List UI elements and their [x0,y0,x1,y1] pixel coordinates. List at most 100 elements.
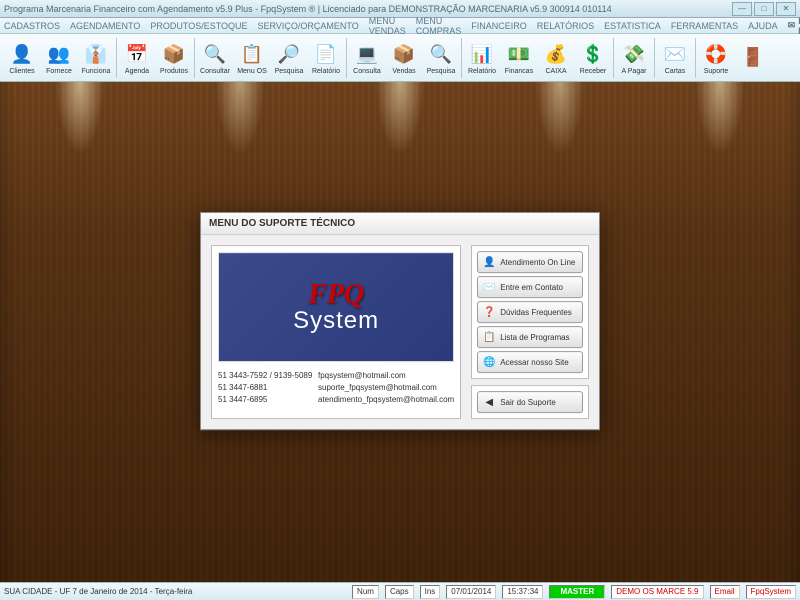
toolbar-fornece[interactable]: 👥Fornece [41,36,77,80]
toolbar-caixa[interactable]: 💰CAIXA [538,36,574,80]
toolbar-icon: 🔍 [427,40,455,68]
toolbar-label: A Pagar [622,68,647,75]
toolbar-label: Financas [505,68,533,75]
toolbar-clientes[interactable]: 👤Clientes [4,36,40,80]
support-btn-icon: 👤 [482,255,496,269]
menu-servico[interactable]: SERVIÇO/ORÇAMENTO [258,21,359,31]
toolbar-icon: 💸 [620,40,648,68]
support-btn-dúvidas-frequentes[interactable]: ❓Dúvidas Frequentes [477,301,583,323]
toolbar-pesquisa[interactable]: 🔍Pesquisa [423,36,459,80]
back-icon: ◀ [482,395,496,409]
maximize-button[interactable]: □ [754,2,774,16]
toolbar-icon: 👥 [45,40,73,68]
exit-button-label: Sair do Suporte [500,398,556,407]
toolbar-produtos[interactable]: 📦Produtos [156,36,192,80]
toolbar-label: Suporte [704,68,729,75]
support-btn-label: Acessar nosso Site [500,358,568,367]
toolbar-label: CAIXA [545,68,566,75]
support-btn-label: Dúvidas Frequentes [500,308,572,317]
desktop-background: MENU DO SUPORTE TÉCNICO FPQ System 51 34… [0,82,800,582]
toolbar-icon: 💰 [542,40,570,68]
toolbar-icon: ✉️ [661,40,689,68]
toolbar-funciona[interactable]: 👔Funciona [78,36,114,80]
contact-email: fpqsystem@hotmail.com [318,370,406,382]
status-ins: Ins [420,585,441,599]
toolbar-label: Consultar [200,68,230,75]
menu-produtos[interactable]: PRODUTOS/ESTOQUE [150,21,247,31]
status-caps: Caps [385,585,414,599]
status-email[interactable]: Email [710,585,740,599]
menubar: CADASTROS AGENDAMENTO PRODUTOS/ESTOQUE S… [0,18,800,34]
minimize-button[interactable]: — [732,2,752,16]
toolbar-separator [194,38,195,78]
toolbar-icon: 💲 [579,40,607,68]
status-brand[interactable]: FpqSystem [746,585,796,599]
logo-system-text: System [293,307,379,335]
menu-relatorios[interactable]: RELATÓRIOS [537,21,594,31]
toolbar-icon: 💻 [353,40,381,68]
dialog-left-panel: FPQ System 51 3443-7592 / 9139-5089fpqsy… [211,245,461,419]
contact-row: 51 3447-6881suporte_fpqsystem@hotmail.co… [218,382,454,394]
close-button[interactable]: ✕ [776,2,796,16]
toolbar-label: Vendas [392,68,415,75]
status-location: SUA CIDADE - UF 7 de Janeiro de 2014 - T… [4,587,192,596]
support-btn-icon: 🌐 [482,355,496,369]
toolbar-financas[interactable]: 💵Financas [501,36,537,80]
toolbar-menu os[interactable]: 📋Menu OS [234,36,270,80]
support-btn-entre-em-contato[interactable]: ✉️Entre em Contato [477,276,583,298]
toolbar-suporte[interactable]: 🛟Suporte [698,36,734,80]
menu-cadastros[interactable]: CADASTROS [4,21,60,31]
toolbar-icon: 👤 [8,40,36,68]
toolbar-separator [346,38,347,78]
support-btn-atendimento-on-line[interactable]: 👤 Atendimento On Line [477,251,583,273]
exit-button-box: ◀ Sair do Suporte [471,385,589,419]
toolbar-icon: 🛟 [702,40,730,68]
menu-compras[interactable]: MENU COMPRAS [416,16,462,36]
toolbar-icon: 📦 [160,40,188,68]
toolbar-label: Funciona [82,68,111,75]
toolbar-a pagar[interactable]: 💸A Pagar [616,36,652,80]
contact-row: 51 3447-6895atendimento_fpqsystem@hotmai… [218,394,454,406]
support-btn-label: Atendimento On Line [500,258,575,267]
statusbar: SUA CIDADE - UF 7 de Janeiro de 2014 - T… [0,582,800,600]
status-time: 15:37:34 [502,585,543,599]
email-icon: ✉ [788,20,796,31]
toolbar-cartas[interactable]: ✉️Cartas [657,36,693,80]
dialog-right-panel: 👤 Atendimento On Line ✉️Entre em Contato ❓D… [471,245,589,419]
menu-email[interactable]: ✉ E-MAIL [788,16,800,36]
toolbar-separator [613,38,614,78]
toolbar: 👤Clientes👥Fornece👔Funciona📅Agenda📦Produt… [0,34,800,82]
toolbar-relatório[interactable]: 📄Relatório [308,36,344,80]
menu-agendamento[interactable]: AGENDAMENTO [70,21,140,31]
support-btn-icon: 📋 [482,330,496,344]
toolbar-label: Produtos [160,68,188,75]
toolbar-exit[interactable]: 🚪 [735,36,771,80]
toolbar-agenda[interactable]: 📅Agenda [119,36,155,80]
support-btn-icon: ✉️ [482,280,496,294]
toolbar-icon: 📊 [468,40,496,68]
window-title: Programa Marcenaria Financeiro com Agend… [4,4,732,14]
menu-ajuda[interactable]: AJUDA [748,21,778,31]
toolbar-consulta[interactable]: 💻Consulta [349,36,385,80]
exit-support-button[interactable]: ◀ Sair do Suporte [477,391,583,413]
toolbar-icon: 🚪 [739,44,767,72]
toolbar-label: Receber [580,68,606,75]
support-btn-lista-de-programas[interactable]: 📋Lista de Programas [477,326,583,348]
toolbar-icon: 💵 [505,40,533,68]
toolbar-consultar[interactable]: 🔍Consultar [197,36,233,80]
menu-financeiro[interactable]: FINANCEIRO [471,21,527,31]
contact-phone: 51 3447-6895 [218,394,318,406]
toolbar-separator [695,38,696,78]
toolbar-pesquisa[interactable]: 🔎Pesquisa [271,36,307,80]
menu-estatistica[interactable]: ESTATISTICA [604,21,661,31]
toolbar-relatório[interactable]: 📊Relatório [464,36,500,80]
toolbar-receber[interactable]: 💲Receber [575,36,611,80]
menu-ferramentas[interactable]: FERRAMENTAS [671,21,738,31]
toolbar-separator [461,38,462,78]
support-btn-acessar-nosso-site[interactable]: 🌐 Acessar nosso Site [477,351,583,373]
menu-vendas[interactable]: MENU VENDAS [369,16,406,36]
dialog-body: FPQ System 51 3443-7592 / 9139-5089fpqsy… [201,235,599,429]
status-demo: DEMO OS MARCE 5.9 [611,585,703,599]
toolbar-icon: 📦 [390,40,418,68]
toolbar-vendas[interactable]: 📦Vendas [386,36,422,80]
